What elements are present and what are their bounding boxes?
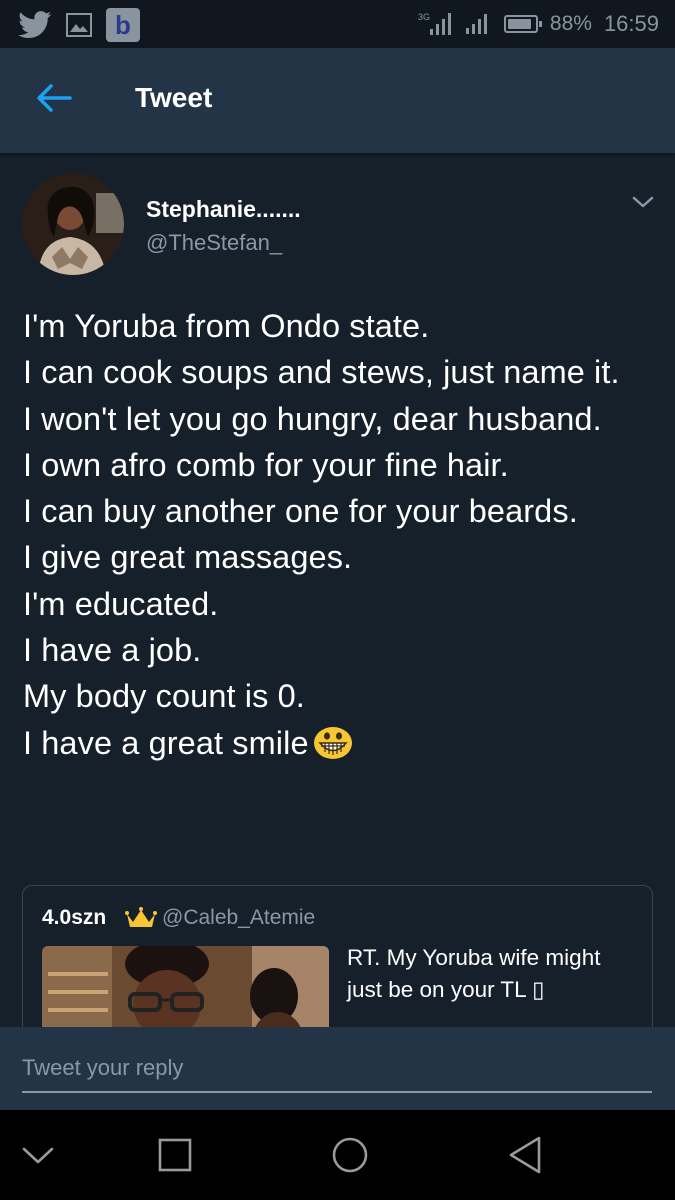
author-name[interactable]: Stephanie....... <box>146 196 301 223</box>
grinning-face-icon <box>313 726 352 759</box>
back-arrow-icon[interactable] <box>34 82 74 114</box>
quoted-tweet-text: RT. My Yoruba wife might just be on your… <box>347 945 601 1002</box>
reply-input[interactable]: Tweet your reply <box>22 1055 652 1093</box>
clock: 16:59 <box>603 11 659 36</box>
back-nav-icon[interactable] <box>505 1134 545 1176</box>
hide-keyboard-icon[interactable] <box>20 1140 56 1170</box>
author-handle[interactable]: @TheStefan_ <box>146 230 282 256</box>
image-icon <box>66 13 92 37</box>
app-header: Tweet <box>0 48 675 153</box>
avatar[interactable] <box>22 173 124 275</box>
quoted-author-name: 4.0szn <box>42 906 107 929</box>
signal-icon <box>465 14 487 34</box>
signal-icon: 3G <box>418 12 451 35</box>
battery-icon <box>503 15 542 33</box>
reply-bar: Tweet your reply <box>0 1027 675 1110</box>
status-bar: b 3G 88% 16:59 <box>0 0 675 48</box>
tweet-text: I'm Yoruba from Ondo state. I can cook s… <box>23 303 663 766</box>
quoted-author-handle: @Caleb_Atemie <box>162 906 316 929</box>
battery-percent: 88% <box>549 12 592 35</box>
crown-icon <box>125 907 157 927</box>
network-type-label: 3G <box>418 12 430 22</box>
tweet-body: I'm Yoruba from Ondo state. I can cook s… <box>23 308 620 761</box>
twitter-icon <box>18 11 52 39</box>
system-nav-bar <box>0 1110 675 1200</box>
home-icon[interactable] <box>331 1136 369 1174</box>
recent-apps-icon[interactable] <box>157 1137 193 1173</box>
app-b-icon: b <box>106 8 140 42</box>
chevron-down-icon[interactable] <box>630 192 656 212</box>
page-title: Tweet <box>135 82 213 113</box>
